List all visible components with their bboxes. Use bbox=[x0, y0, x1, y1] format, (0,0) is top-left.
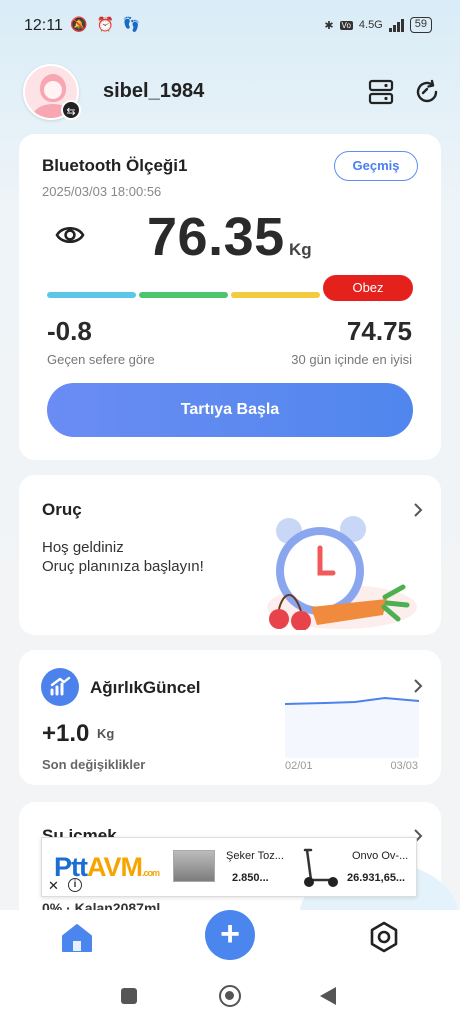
fasting-clock-illustration bbox=[267, 516, 417, 630]
product-image-scooter[interactable] bbox=[295, 844, 341, 890]
system-nav bbox=[0, 968, 460, 1024]
steps-icon: 👣 bbox=[122, 16, 141, 32]
bottom-nav: + bbox=[0, 910, 460, 968]
range-normal bbox=[139, 292, 228, 298]
range-underweight bbox=[47, 292, 136, 298]
best-value: 74.75 bbox=[346, 316, 412, 346]
status-left-icons: 🔕 ⏰ 👣 bbox=[70, 16, 140, 33]
diff-label: Geçen sefere göre bbox=[47, 352, 155, 367]
sparkline-start-date: 02/01 bbox=[285, 760, 313, 772]
weight-unit: Kg bbox=[289, 240, 312, 259]
category-badge: Obez bbox=[323, 275, 413, 301]
volte-icon: Vo bbox=[339, 20, 353, 30]
trend-unit: Kg bbox=[97, 726, 115, 741]
info-icon[interactable]: i bbox=[68, 878, 82, 892]
weight-value: 76.35 bbox=[147, 207, 285, 267]
diff-value: -0.8 bbox=[47, 316, 92, 346]
avatar-face bbox=[44, 81, 62, 99]
pttavm-logo: PttAVM.com bbox=[54, 852, 160, 882]
ad-product2-name[interactable]: Onvo Ov-... bbox=[352, 850, 408, 862]
fasting-title: Oruç bbox=[42, 500, 82, 519]
trend-label: Son değişiklikler bbox=[42, 757, 146, 772]
sync-icon[interactable] bbox=[413, 78, 441, 106]
add-button[interactable]: + bbox=[205, 910, 255, 960]
ad-product1-price[interactable]: 2.850... bbox=[232, 872, 269, 884]
fasting-prompt: Oruç planınıza başlayın! bbox=[42, 558, 204, 575]
ad-banner[interactable]: PttAVM.com ✕ i Şeker Toz... 2.850... Onv… bbox=[41, 837, 417, 897]
device-name: Bluetooth Ölçeği1 bbox=[42, 156, 188, 175]
back-icon[interactable] bbox=[320, 987, 336, 1005]
username[interactable]: sibel_1984 bbox=[103, 80, 204, 103]
sparkline-end-date: 03/03 bbox=[390, 760, 418, 772]
fasting-welcome: Hoş geldiniz bbox=[42, 539, 124, 556]
fasting-card[interactable]: Oruç Hoş geldiniz Oruç planınıza başlayı… bbox=[19, 475, 441, 635]
measurement-datetime: 2025/03/03 18:00:56 bbox=[42, 184, 162, 199]
status-right-icons: ✱ Vo 4.5G 59 bbox=[324, 17, 432, 33]
weight-sparkline bbox=[285, 696, 419, 758]
switch-user-icon[interactable]: ⇆ bbox=[61, 100, 81, 120]
bluetooth-icon: ✱ bbox=[324, 19, 334, 32]
home-icon[interactable] bbox=[60, 922, 94, 954]
trend-up-icon bbox=[41, 668, 79, 706]
range-overweight bbox=[231, 292, 320, 298]
close-icon[interactable]: ✕ bbox=[48, 878, 59, 894]
mute-icon: 🔕 bbox=[70, 16, 88, 32]
status-time: 12:11 bbox=[24, 17, 63, 34]
eye-icon[interactable] bbox=[55, 222, 85, 248]
history-button[interactable]: Geçmiş bbox=[334, 151, 418, 181]
best-label: 30 gün içinde en iyisi bbox=[291, 352, 412, 367]
network-type: 4.5G bbox=[358, 19, 383, 31]
start-weighing-button[interactable]: Tartıya Başla bbox=[47, 383, 413, 437]
home-system-icon[interactable] bbox=[219, 985, 241, 1007]
settings-icon[interactable] bbox=[367, 920, 401, 954]
signal-icon bbox=[388, 18, 404, 32]
trend-title: AğırlıkGüncel bbox=[90, 678, 201, 697]
recents-icon[interactable] bbox=[121, 988, 137, 1004]
product-image-sugar[interactable] bbox=[173, 850, 215, 882]
ad-product1-name[interactable]: Şeker Toz... bbox=[226, 850, 284, 862]
weight-trend-card[interactable]: AğırlıkGüncel +1.0 Kg Son değişiklikler … bbox=[19, 650, 441, 785]
status-bar: 12:11 🔕 ⏰ 👣 ✱ Vo 4.5G 59 bbox=[0, 0, 460, 52]
alarm-icon: ⏰ bbox=[96, 16, 114, 32]
trend-value: +1.0 bbox=[42, 720, 90, 747]
scale-card: Bluetooth Ölçeği1 2025/03/03 18:00:56 Ge… bbox=[19, 134, 441, 460]
ad-product2-price[interactable]: 26.931,65... bbox=[347, 872, 405, 884]
device-list-icon[interactable] bbox=[367, 78, 395, 106]
battery-icon: 59 bbox=[409, 17, 432, 33]
